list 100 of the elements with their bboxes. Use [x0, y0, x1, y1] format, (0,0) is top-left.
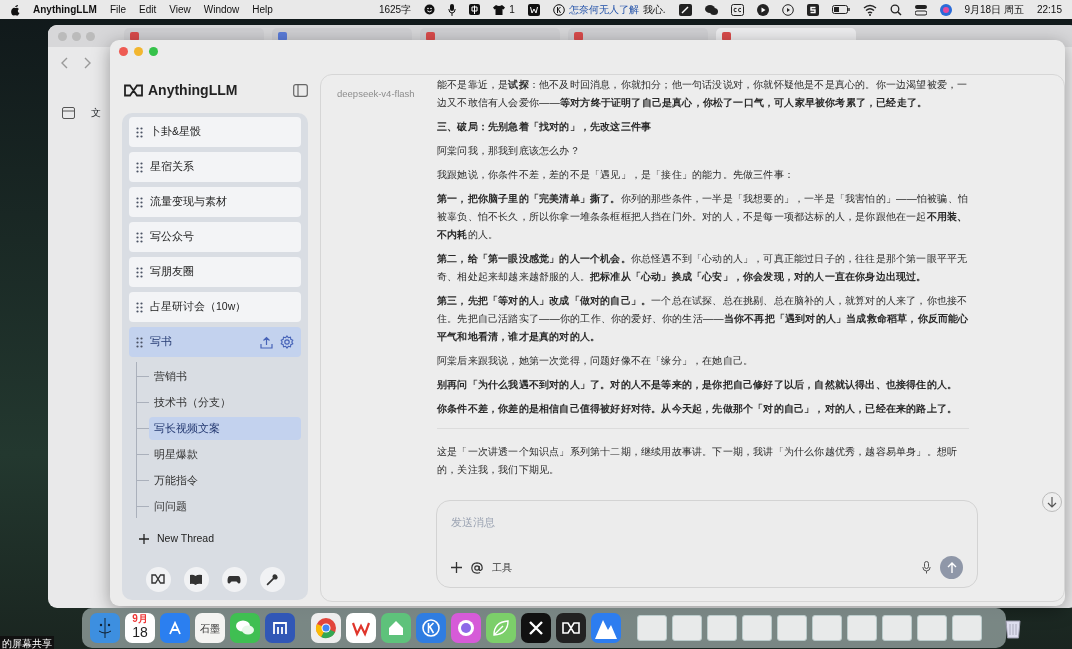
wifi-icon[interactable]: [862, 3, 877, 16]
settings-icon[interactable]: [280, 335, 294, 349]
drag-handle-icon[interactable]: [136, 301, 143, 313]
message-composer[interactable]: 发送消息 工具: [436, 500, 978, 588]
sidebar-toggle-icon[interactable]: [293, 84, 308, 97]
menu-item[interactable]: File: [109, 2, 126, 17]
window-thumbnail[interactable]: [777, 615, 807, 641]
workspace-item[interactable]: 星宿关系: [129, 152, 301, 182]
battery-icon[interactable]: [831, 3, 850, 16]
leaf-app[interactable]: [486, 613, 516, 643]
tools-button[interactable]: 工具: [492, 560, 512, 575]
chat-bubbles-icon[interactable]: [704, 3, 718, 16]
workspace-item[interactable]: 写公众号: [129, 222, 301, 252]
anythingllm-app[interactable]: [556, 613, 586, 643]
shirt-icon[interactable]: [493, 4, 506, 15]
notes-app[interactable]: 石墨: [195, 613, 225, 643]
window-thumbnail[interactable]: [707, 615, 737, 641]
workspace-item[interactable]: 写朋友圈: [129, 257, 301, 287]
attach-button[interactable]: [451, 562, 462, 573]
thread-item[interactable]: 营销书: [149, 365, 301, 388]
drag-handle-icon[interactable]: [136, 336, 143, 348]
scroll-down-button[interactable]: [1042, 492, 1062, 512]
send-button[interactable]: [940, 556, 963, 579]
logo-mark-button[interactable]: [145, 567, 171, 592]
wrench-button[interactable]: [259, 567, 285, 592]
input-method-icon[interactable]: [469, 4, 481, 15]
window-thumbnail[interactable]: [812, 615, 842, 641]
circle-play-icon[interactable]: [781, 3, 794, 16]
brush-icon[interactable]: [678, 3, 692, 16]
game-controller-button[interactable]: [221, 567, 247, 592]
browser-app[interactable]: [311, 613, 341, 643]
control-center-icon[interactable]: [914, 3, 927, 16]
message-paragraph: 别再问「为什么我遇不到对的人」了。对的人不是等来的，是你把自己修好了以后，自然就认得出、也接得住的人。: [437, 378, 959, 392]
menu-item[interactable]: Edit: [139, 2, 157, 17]
app-store-app[interactable]: [160, 613, 190, 643]
book-icon: [189, 573, 203, 586]
drag-handle-icon[interactable]: [136, 196, 143, 208]
drag-handle-icon[interactable]: [136, 126, 143, 138]
chat-app[interactable]: [230, 613, 260, 643]
drag-handle-icon[interactable]: [136, 231, 143, 243]
menu-item[interactable]: View: [169, 2, 191, 17]
drag-handle-icon[interactable]: [136, 266, 143, 278]
smiley-icon[interactable]: [424, 4, 436, 15]
calendar-app[interactable]: 9月 18: [125, 613, 155, 643]
sidebar-toggle-icon[interactable]: [62, 106, 75, 119]
menu-item[interactable]: Help: [252, 2, 273, 17]
workspace-item[interactable]: 写书: [129, 327, 301, 357]
workspace-item[interactable]: 占星研讨会（10w）: [129, 292, 301, 322]
message-input[interactable]: 发送消息: [451, 511, 963, 535]
video-editor-app[interactable]: [521, 613, 551, 643]
thread-item[interactable]: 明星爆款: [149, 443, 301, 466]
message-paragraph: 阿棠问我，那我到底该怎么办？: [437, 144, 581, 158]
apple-icon[interactable]: [10, 3, 20, 16]
window-control-dot[interactable]: [149, 46, 158, 56]
upload-icon[interactable]: [260, 335, 273, 349]
home-app[interactable]: [381, 613, 411, 643]
workspace-item[interactable]: 流量变现与素材: [129, 187, 301, 217]
window-thumbnail[interactable]: [742, 615, 772, 641]
mention-button[interactable]: [471, 561, 483, 574]
workspace-item[interactable]: 卜卦&星骰: [129, 117, 301, 147]
search-icon[interactable]: [889, 3, 902, 16]
message-paragraph: 这是「一次讲透一个知识点」系列第十二期，继续用故事讲。下一期，我讲「为什么你越优秀，越容易单身」。想听的，关注我，我们下期见。: [437, 445, 959, 477]
window-control-dot[interactable]: [119, 46, 128, 56]
cloud-app[interactable]: [591, 613, 621, 643]
new-thread-button[interactable]: New Thread: [129, 525, 301, 553]
k-app[interactable]: [416, 613, 446, 643]
window-thumbnail[interactable]: [952, 615, 982, 641]
leaf-icon: [490, 617, 512, 639]
thread-item[interactable]: 技术书（分支）: [149, 391, 301, 414]
window-control-dot[interactable]: [134, 46, 143, 56]
window-thumbnail[interactable]: [672, 615, 702, 641]
microphone-icon[interactable]: [448, 3, 457, 16]
message-paragraph: 第三，先把「等对的人」改成「做对的自己」。一个总在试探、总在挑剔、总在脑补的人，就算对的人来了，你也接不住。先把自己活踏实了——你的工作、你的爱好、你的生活——当你不再把「遇到对的人」当成救命稻草，你反而能心平气和地看清，谁才是真的对的人。: [437, 294, 969, 344]
drag-handle-icon[interactable]: [136, 161, 143, 173]
window-thumbnail[interactable]: [637, 615, 667, 641]
thread-item[interactable]: 写长视频文案: [149, 417, 301, 440]
window-thumbnail[interactable]: [917, 615, 947, 641]
window-control-dot[interactable]: [72, 31, 81, 41]
window-thumbnail[interactable]: [847, 615, 877, 641]
ai-app[interactable]: [451, 613, 481, 643]
siri-icon[interactable]: [939, 3, 952, 16]
window-thumbnail[interactable]: [882, 615, 912, 641]
cc-icon[interactable]: [730, 3, 744, 16]
app-name: AnythingLLM: [148, 81, 238, 100]
window-control-dot[interactable]: [86, 31, 95, 41]
thread-item[interactable]: 问问题: [149, 495, 301, 518]
thread-item[interactable]: 万能指令: [149, 469, 301, 492]
plus-icon: [139, 533, 149, 544]
book-button[interactable]: [183, 567, 209, 592]
k-circle-icon[interactable]: [552, 3, 565, 16]
finder-app[interactable]: [90, 613, 120, 643]
office-app[interactable]: [346, 613, 376, 643]
app-menu[interactable]: AnythingLLM: [33, 2, 97, 17]
play-icon[interactable]: [756, 3, 769, 16]
sidebar-label: 文: [91, 106, 101, 120]
menu-item[interactable]: Window: [203, 2, 240, 17]
s-square-icon[interactable]: [806, 3, 819, 16]
microphone-button[interactable]: [922, 561, 931, 574]
window-control-dot[interactable]: [58, 31, 67, 41]
m-app[interactable]: [265, 613, 295, 643]
